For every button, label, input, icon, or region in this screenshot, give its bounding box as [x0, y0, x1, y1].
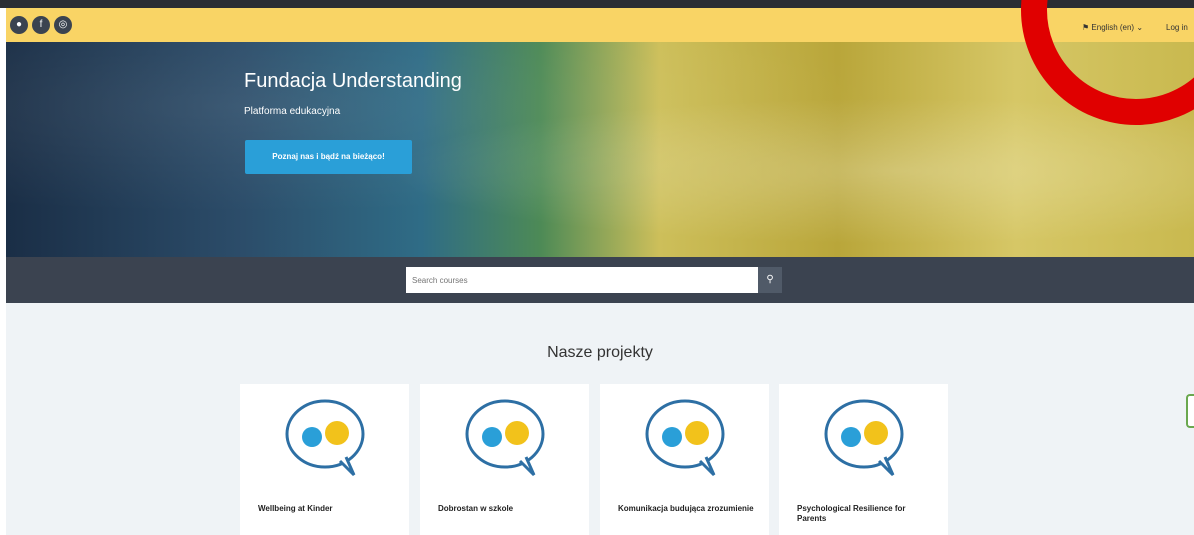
top-border: [0, 0, 1194, 8]
hands-logo-icon: [824, 399, 904, 477]
top-bar: ● f ◎ ⚑ English (en) ⌄ Log in: [6, 8, 1194, 42]
projects-section: Nasze projekty Wellbeing at Kinder Dobro…: [6, 303, 1194, 535]
card-title[interactable]: Komunikacja budująca zrozumienie: [618, 504, 758, 514]
hero-cta-button[interactable]: Poznaj nas i bądź na bieżąco!: [245, 140, 412, 174]
search-button[interactable]: ⚲: [758, 267, 782, 293]
search-band: ⚲: [6, 257, 1194, 303]
search-icon: ⚲: [766, 274, 774, 285]
instagram-icon[interactable]: ◎: [54, 16, 72, 34]
hands-logo-icon: [285, 399, 365, 477]
project-card[interactable]: Dobrostan w szkole: [420, 384, 589, 535]
hero-background: [6, 42, 1194, 257]
project-card[interactable]: Psychological Resilience for Parents: [779, 384, 948, 535]
project-card[interactable]: Wellbeing at Kinder: [240, 384, 409, 535]
side-widget-tab[interactable]: [1186, 394, 1194, 428]
hands-logo-icon: [465, 399, 545, 477]
facebook-icon[interactable]: f: [32, 16, 50, 34]
hero-subtitle: Platforma edukacyjna: [244, 106, 341, 117]
section-title: Nasze projekty: [547, 344, 653, 361]
card-title[interactable]: Psychological Resilience for Parents: [797, 504, 937, 524]
hero-title: Fundacja Understanding: [244, 70, 462, 92]
card-title[interactable]: Wellbeing at Kinder: [258, 504, 398, 514]
project-card[interactable]: Komunikacja budująca zrozumienie: [600, 384, 769, 535]
card-title[interactable]: Dobrostan w szkole: [438, 504, 578, 514]
hero-banner: Fundacja Understanding Platforma edukacy…: [6, 42, 1194, 257]
moodle-icon[interactable]: ●: [10, 16, 28, 34]
search-input[interactable]: [406, 267, 764, 293]
hands-logo-icon: [645, 399, 725, 477]
